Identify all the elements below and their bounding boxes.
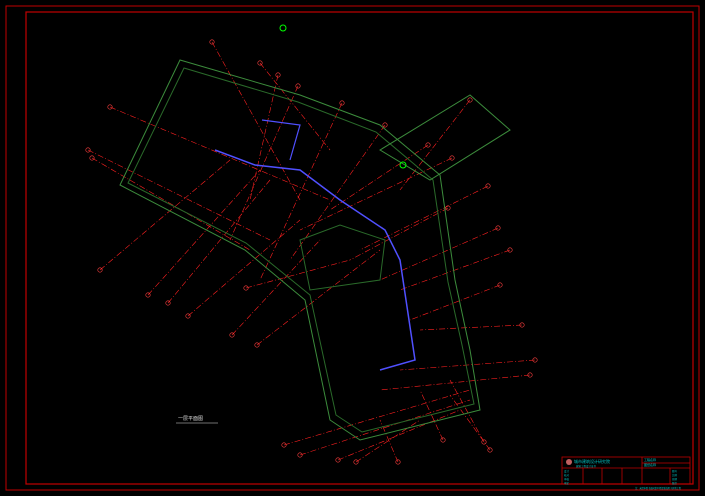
outer-frame bbox=[5, 5, 700, 491]
dimension-line bbox=[249, 74, 279, 201]
dimension-line bbox=[289, 124, 386, 261]
dimension-line bbox=[299, 399, 471, 456]
company-name: 城市建筑设计研究院 bbox=[574, 458, 610, 464]
dimension-line bbox=[449, 379, 485, 443]
dimension-line bbox=[187, 219, 301, 317]
dimension-line bbox=[379, 374, 531, 391]
dimension-line bbox=[359, 185, 489, 251]
tb-row: 审核 bbox=[564, 477, 570, 481]
dimension-line bbox=[399, 249, 511, 291]
drawing-field: 图纸名称 bbox=[644, 462, 656, 467]
tb-right-row: 图号 bbox=[672, 469, 678, 473]
dimension-line bbox=[256, 249, 381, 346]
tb-right-row: 比例 bbox=[672, 473, 678, 477]
dimension-line bbox=[87, 149, 271, 241]
tb-right-row: 日期 bbox=[672, 477, 678, 481]
north-marker-icon bbox=[279, 24, 287, 32]
dimension-line bbox=[259, 62, 331, 151]
dimension-line bbox=[91, 157, 251, 251]
dimension-line bbox=[329, 144, 429, 211]
cad-drawing-canvas[interactable]: 一层平面图 城市建筑设计研究院 建筑工程设计证书 工程名称 图纸名称 设计 校对… bbox=[0, 0, 705, 496]
company-sub: 建筑工程设计证书 bbox=[576, 464, 597, 468]
dimension-line bbox=[419, 324, 523, 331]
dimension-line bbox=[167, 179, 271, 304]
tb-row: 审定 bbox=[564, 481, 570, 485]
dimension-line bbox=[337, 409, 461, 461]
tb-footer: 注：未经本院书面同意不得复制或用于其他工程 bbox=[635, 486, 682, 490]
tb-row: 校对 bbox=[564, 473, 570, 477]
pipe-route bbox=[214, 149, 416, 371]
tb-row: 设计 bbox=[564, 469, 570, 473]
plan-label: 一层平面图 bbox=[178, 416, 203, 422]
dimension-line bbox=[147, 169, 261, 296]
dimension-line bbox=[299, 157, 453, 231]
tb-right-row: 版次 bbox=[672, 481, 678, 485]
dimension-line bbox=[399, 359, 536, 371]
project-field: 工程名称 bbox=[644, 457, 656, 462]
dimension-line bbox=[229, 85, 299, 241]
dimension-line bbox=[99, 159, 231, 271]
dimension-lines bbox=[85, 39, 538, 465]
dimension-line bbox=[211, 41, 301, 201]
dimension-line bbox=[109, 106, 331, 201]
company-logo-icon bbox=[566, 459, 572, 465]
dimension-line bbox=[231, 239, 321, 336]
